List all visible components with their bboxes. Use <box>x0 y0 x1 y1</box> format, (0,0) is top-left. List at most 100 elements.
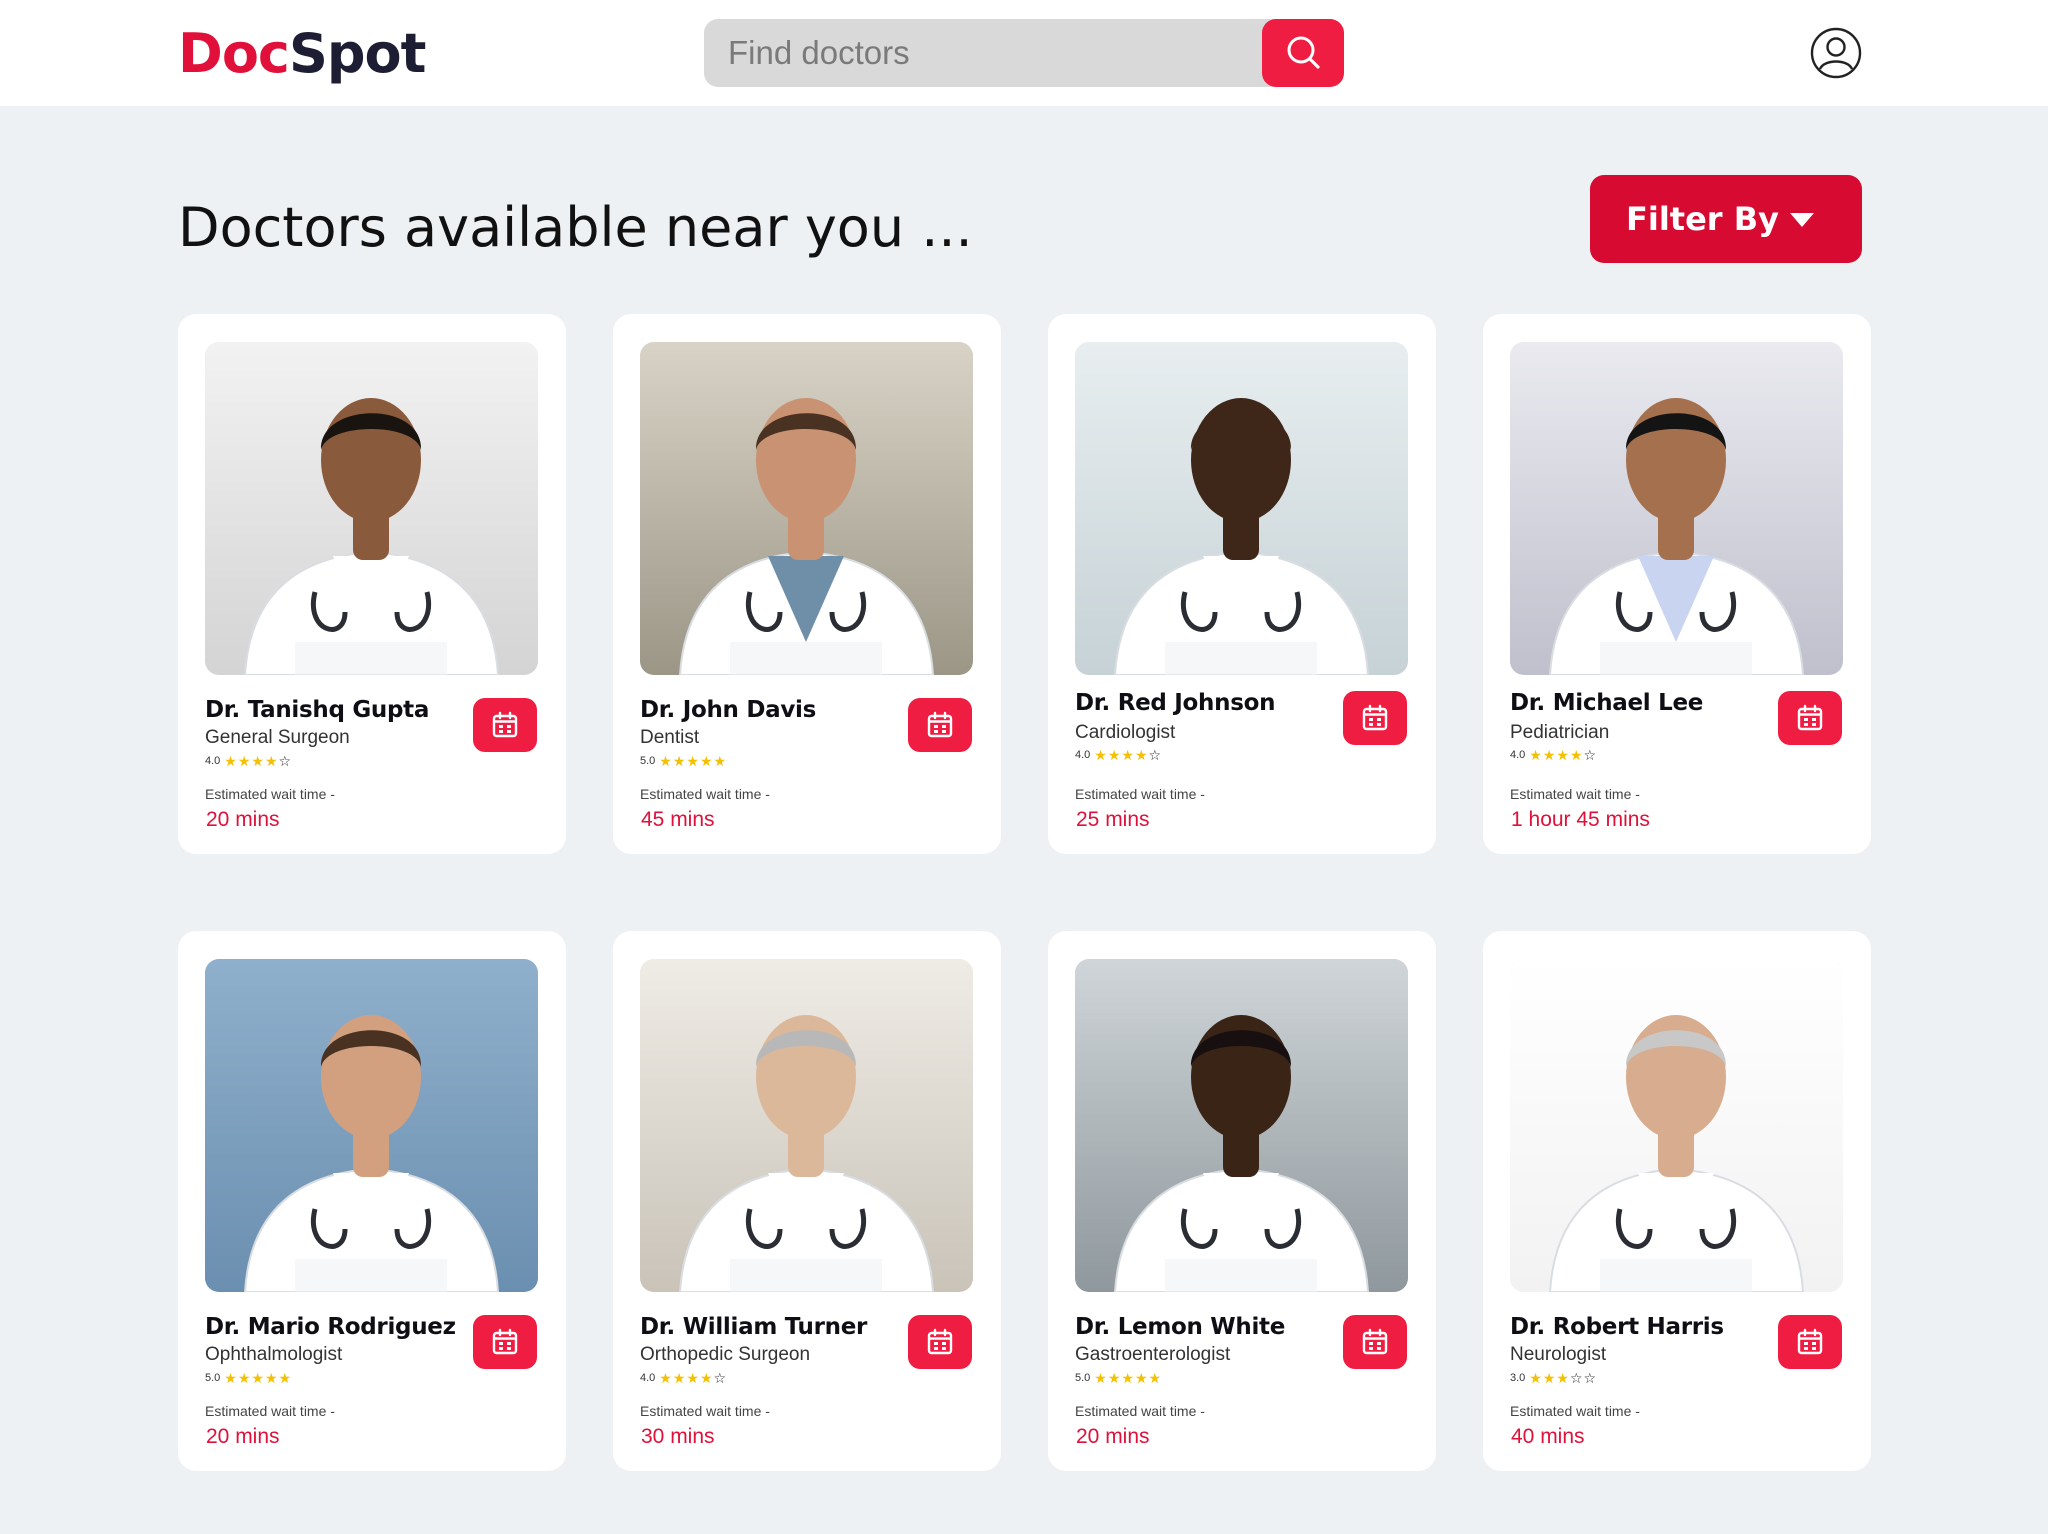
doctor-photo <box>640 959 973 1292</box>
wait-time-value: 20 mins <box>1076 1425 1150 1448</box>
doctor-portrait-image <box>1510 342 1843 675</box>
rating-value: 5.0 <box>205 1372 221 1384</box>
star-filled-icon: ★ <box>1556 747 1569 763</box>
calendar-icon <box>1362 1328 1388 1355</box>
wait-time-value: 20 mins <box>206 1425 280 1448</box>
star-filled-icon: ★ <box>699 1370 713 1386</box>
doctor-specialty: General Surgeon <box>205 727 350 748</box>
star-filled-icon: ★ <box>1134 747 1148 763</box>
wait-time-label: Estimated wait time - <box>205 786 335 802</box>
doctor-portrait-image <box>1075 959 1408 1292</box>
wait-time-label: Estimated wait time - <box>1510 786 1640 802</box>
star-empty-icon: ☆ <box>1569 1370 1583 1386</box>
calendar-icon <box>927 711 953 738</box>
book-appointment-button[interactable] <box>1343 1315 1407 1369</box>
star-filled-icon: ★ <box>1094 747 1107 763</box>
star-rating: ★ ★ ★ ★ ★ <box>659 754 726 768</box>
rating-value: 5.0 <box>1075 1372 1091 1384</box>
star-filled-icon: ★ <box>699 753 713 769</box>
doctor-specialty: Cardiologist <box>1075 722 1176 743</box>
docspot-logo[interactable]: DocSpot <box>178 22 426 86</box>
calendar-icon <box>927 1328 953 1355</box>
search-bar <box>704 19 1344 87</box>
star-filled-icon: ★ <box>1134 1370 1148 1386</box>
book-appointment-button[interactable] <box>908 698 972 752</box>
star-filled-icon: ★ <box>1107 1370 1121 1386</box>
star-filled-icon: ★ <box>1529 747 1542 763</box>
page-title: Doctors available near you ... <box>178 196 973 259</box>
doctor-specialty: Dentist <box>640 727 700 748</box>
star-filled-icon: ★ <box>1542 1370 1556 1386</box>
star-rating: ★ ★ ★ ★ ☆ <box>1529 748 1596 762</box>
star-filled-icon: ★ <box>659 753 672 769</box>
wait-time-label: Estimated wait time - <box>1075 786 1205 802</box>
doctor-name: Dr. Mario Rodriguez <box>205 1314 456 1340</box>
star-filled-icon: ★ <box>224 753 237 769</box>
wait-time-value: 30 mins <box>641 1425 715 1448</box>
doctor-rating: 3.0 ★ ★ ★ ☆ ☆ <box>1510 1371 1596 1385</box>
star-filled-icon: ★ <box>1148 1370 1162 1386</box>
rating-value: 3.0 <box>1510 1372 1526 1384</box>
filter-by-dropdown[interactable]: Filter By <box>1590 175 1862 263</box>
doctor-card[interactable]: Dr. Michael Lee Pediatrician 4.0 ★ ★ ★ ★ ☆ E… <box>1483 314 1871 854</box>
doctor-rating: 5.0 ★ ★ ★ ★ ★ <box>640 754 726 768</box>
doctor-card[interactable]: Dr. Tanishq Gupta General Surgeon 4.0 ★ ★… <box>178 314 566 854</box>
rating-value: 4.0 <box>1075 749 1091 761</box>
doctor-card[interactable]: Dr. William Turner Orthopedic Surgeon 4.… <box>613 931 1001 1471</box>
doctor-name: Dr. Michael Lee <box>1510 690 1704 716</box>
wait-time-label: Estimated wait time - <box>640 786 770 802</box>
star-empty-icon: ☆ <box>278 753 292 769</box>
star-filled-icon: ★ <box>672 753 686 769</box>
rating-value: 5.0 <box>640 755 656 767</box>
doctor-card[interactable]: Dr. Red Johnson Cardiologist 4.0 ★ ★ ★ ★ ☆ E… <box>1048 314 1436 854</box>
star-filled-icon: ★ <box>264 753 278 769</box>
doctor-card[interactable]: Dr. John Davis Dentist 5.0 ★ ★ ★ ★ ★ Estimat… <box>613 314 1001 854</box>
book-appointment-button[interactable] <box>908 1315 972 1369</box>
doctor-photo <box>205 342 538 675</box>
doctor-card[interactable]: Dr. Mario Rodriguez Ophthalmologist 5.0 … <box>178 931 566 1471</box>
doctor-specialty: Gastroenterologist <box>1075 1344 1231 1365</box>
book-appointment-button[interactable] <box>1343 691 1407 745</box>
doctor-card[interactable]: Dr. Robert Harris Neurologist 3.0 ★ ★ ★ ☆ ☆ … <box>1483 931 1871 1471</box>
doctor-specialty: Orthopedic Surgeon <box>640 1344 811 1365</box>
book-appointment-button[interactable] <box>1778 691 1842 745</box>
doctor-rating: 4.0 ★ ★ ★ ★ ☆ <box>205 754 291 768</box>
doctor-photo <box>1510 959 1843 1292</box>
star-filled-icon: ★ <box>251 1370 264 1386</box>
doctor-rating: 4.0 ★ ★ ★ ★ ☆ <box>1075 748 1161 762</box>
book-appointment-button[interactable] <box>473 1315 537 1369</box>
star-filled-icon: ★ <box>264 1370 278 1386</box>
doctor-specialty: Ophthalmologist <box>205 1344 343 1365</box>
star-filled-icon: ★ <box>237 1370 251 1386</box>
star-rating: ★ ★ ★ ☆ ☆ <box>1529 1371 1596 1385</box>
star-filled-icon: ★ <box>686 1370 699 1386</box>
doctor-rating: 4.0 ★ ★ ★ ★ ☆ <box>1510 748 1596 762</box>
star-filled-icon: ★ <box>224 1370 237 1386</box>
doctor-name: Dr. William Turner <box>640 1314 868 1340</box>
book-appointment-button[interactable] <box>1778 1315 1842 1369</box>
star-rating: ★ ★ ★ ★ ☆ <box>659 1371 726 1385</box>
calendar-icon <box>1797 1328 1823 1355</box>
search-input[interactable] <box>728 19 1248 87</box>
doctor-photo <box>640 342 973 675</box>
doctor-card[interactable]: Dr. Lemon White Gastroenterologist 5.0 ★… <box>1048 931 1436 1471</box>
wait-time-label: Estimated wait time - <box>1510 1403 1640 1419</box>
doctor-photo <box>1075 959 1408 1292</box>
star-filled-icon: ★ <box>251 753 264 769</box>
wait-time-label: Estimated wait time - <box>1075 1403 1205 1419</box>
wait-time-value: 40 mins <box>1511 1425 1585 1448</box>
star-filled-icon: ★ <box>1121 747 1134 763</box>
star-empty-icon: ☆ <box>1583 1370 1597 1386</box>
user-circle-icon[interactable] <box>1810 27 1862 79</box>
book-appointment-button[interactable] <box>473 698 537 752</box>
doctor-rating: 5.0 ★ ★ ★ ★ ★ <box>1075 1371 1161 1385</box>
rating-value: 4.0 <box>1510 749 1526 761</box>
star-filled-icon: ★ <box>1121 1370 1134 1386</box>
star-rating: ★ ★ ★ ★ ☆ <box>224 754 291 768</box>
star-rating: ★ ★ ★ ★ ★ <box>1094 1371 1161 1385</box>
wait-time-value: 1 hour 45 mins <box>1511 808 1650 831</box>
rating-value: 4.0 <box>640 1372 656 1384</box>
search-button[interactable] <box>1262 19 1344 87</box>
doctor-portrait-image <box>205 342 538 675</box>
doctor-portrait-image <box>640 959 973 1292</box>
